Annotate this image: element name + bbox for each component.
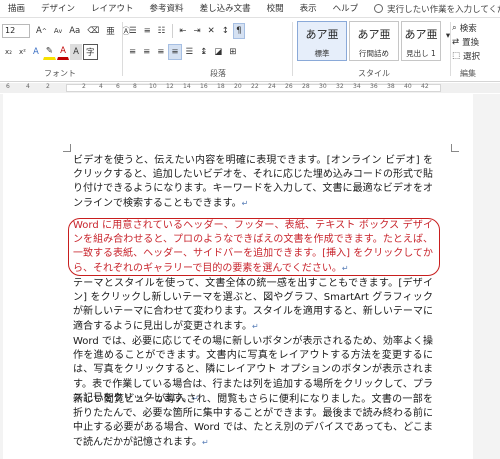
- tab-layout[interactable]: レイアウト: [83, 0, 142, 18]
- tab-review[interactable]: 校閲: [259, 0, 292, 18]
- body-paragraph-1[interactable]: ビデオを使うと、伝えたい内容を明確に表現できます。[オンライン ビデオ] をクリ…: [73, 154, 433, 211]
- numbering-icon[interactable]: ≡: [141, 23, 154, 39]
- style-normal[interactable]: あア亜 標準: [297, 21, 347, 61]
- search-icon: ⌕: [452, 23, 457, 33]
- group-divider: [122, 22, 123, 76]
- subscript-icon[interactable]: x₂: [2, 44, 15, 60]
- asian-layout-icon[interactable]: ✕: [205, 23, 218, 39]
- decrease-indent-icon[interactable]: ⇤: [176, 23, 189, 39]
- superscript-icon[interactable]: x²: [16, 44, 29, 60]
- distributed-icon[interactable]: ☰: [183, 44, 197, 60]
- paragraph-group-label: 段落: [210, 69, 226, 78]
- show-marks-icon[interactable]: ¶: [232, 23, 245, 39]
- margin-corner-mark: [451, 144, 459, 152]
- clear-format-icon[interactable]: ⌫: [84, 23, 102, 39]
- horizontal-ruler[interactable]: 6 4 2 2 4 6 8 10 12 14 16 18 20 22 24 26…: [0, 83, 500, 93]
- font-row-1: 12 A ^ Av Aa ⌫ 亜 Ⓐ: [2, 22, 134, 40]
- line-spacing-icon[interactable]: ↨: [197, 44, 210, 60]
- replace-button[interactable]: ⇄ 置換: [452, 36, 479, 48]
- shrink-font-button[interactable]: Av: [51, 23, 65, 39]
- align-center-icon[interactable]: ≡: [140, 44, 153, 60]
- increase-indent-icon[interactable]: ⇥: [191, 23, 204, 39]
- justify-icon[interactable]: ≡: [168, 44, 182, 60]
- tab-view[interactable]: 表示: [292, 0, 325, 18]
- tab-mailings[interactable]: 差し込み文書: [192, 0, 259, 18]
- font-row-2: x₂ x² A ✎ A A 字: [2, 43, 99, 61]
- editing-group-label: 編集: [460, 69, 476, 78]
- tab-design[interactable]: デザイン: [33, 0, 83, 18]
- borders-icon[interactable]: ⊞: [226, 44, 239, 60]
- ribbon-tab-bar: 描画 デザイン レイアウト 参考資料 差し込み文書 校閲 表示 ヘルプ 実行した…: [0, 0, 500, 18]
- phonetic-guide-icon[interactable]: 亜: [103, 23, 118, 39]
- group-divider: [450, 22, 451, 76]
- change-case-button[interactable]: Aa: [66, 23, 83, 39]
- tab-draw[interactable]: 描画: [0, 0, 33, 18]
- select-icon: ⬚: [452, 51, 461, 61]
- ribbon: 12 A ^ Av Aa ⌫ 亜 Ⓐ x₂ x² A ✎ A A 字 フォント ☰…: [0, 18, 500, 82]
- margin-corner-mark: [63, 144, 71, 152]
- tell-me-text: 実行したい作業を入力してください: [387, 4, 500, 15]
- sort-icon[interactable]: ↕: [219, 23, 232, 39]
- multilevel-list-icon[interactable]: ☷: [155, 23, 169, 39]
- body-paragraph-5[interactable]: 新しい閲覧ビューが導入され、閲覧もさらに便利になりました。文書の一部を折りたたん…: [73, 393, 433, 450]
- replace-icon: ⇄: [452, 37, 460, 47]
- char-shading-icon[interactable]: A: [70, 44, 83, 60]
- grow-font-button[interactable]: A ^: [33, 23, 50, 39]
- highlight-icon[interactable]: ✎: [42, 44, 57, 60]
- shading-icon[interactable]: ◪: [211, 44, 225, 60]
- highlight-outline: [68, 218, 440, 276]
- tell-me-box[interactable]: 実行したい作業を入力してください: [374, 3, 500, 15]
- char-border-icon[interactable]: 字: [83, 44, 98, 60]
- bullets-icon[interactable]: ☰: [126, 23, 140, 39]
- body-paragraph-3[interactable]: テーマとスタイルを使って、文書全体の統一感を出すこともできます。[デザイン] を…: [73, 277, 433, 334]
- paragraph-row-2: ≡ ≡ ≡ ≡ ☰ ↨ ◪ ⊞: [126, 43, 240, 61]
- lightbulb-icon: [374, 4, 384, 13]
- tab-references[interactable]: 参考資料: [142, 0, 192, 18]
- select-button[interactable]: ⬚ 選択: [452, 50, 480, 62]
- font-size-box[interactable]: 12: [2, 24, 30, 38]
- font-color-icon[interactable]: A: [57, 44, 70, 60]
- styles-group-label: スタイル: [358, 69, 390, 78]
- style-heading-1[interactable]: あア亜 見出し 1: [401, 21, 441, 61]
- document-workspace: ビデオを使うと、伝えたい内容を明確に表現できます。[オンライン ビデオ] をクリ…: [0, 94, 500, 459]
- find-button[interactable]: ⌕ 検索: [452, 22, 477, 34]
- align-right-icon[interactable]: ≡: [154, 44, 167, 60]
- style-no-spacing[interactable]: あア亜 行間詰め: [349, 21, 399, 61]
- align-left-icon[interactable]: ≡: [126, 44, 139, 60]
- paragraph-row-1: ☰ ≡ ☷ ⇤ ⇥ ✕ ↕ ¶: [126, 22, 246, 40]
- group-divider: [292, 22, 293, 76]
- font-group-label: フォント: [44, 69, 76, 78]
- tab-help[interactable]: ヘルプ: [325, 0, 367, 18]
- text-effects-icon[interactable]: A: [30, 44, 42, 60]
